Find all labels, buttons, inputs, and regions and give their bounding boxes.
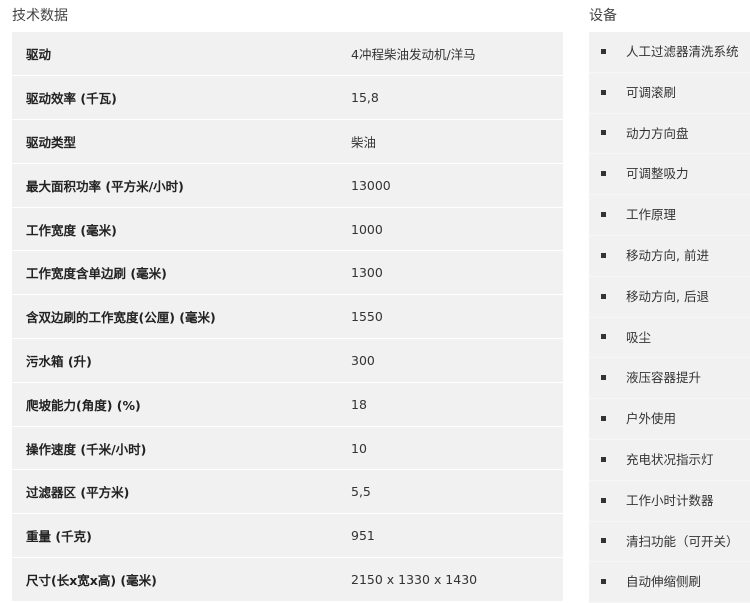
square-bullet-icon xyxy=(601,171,606,177)
square-bullet-icon xyxy=(601,538,606,544)
equipment-item-label: 充电状况指示灯 xyxy=(626,451,714,467)
table-row: 含双边刷的工作宽度(公厘) (毫米) 1550 xyxy=(12,294,563,340)
spec-value: 13000 xyxy=(351,163,563,208)
spec-label: 操作速度 (千米/小时) xyxy=(12,426,351,471)
equipment-item-label: 动力方向盘 xyxy=(626,125,689,141)
table-row: 工作宽度含单边刷 (毫米) 1300 xyxy=(12,250,563,296)
table-row: 爬坡能力(角度) (%) 18 xyxy=(12,382,563,427)
list-item: 人工过滤器清洗系统 xyxy=(589,32,750,73)
list-item: 可调滚刷 xyxy=(589,73,750,114)
square-bullet-icon xyxy=(601,48,606,54)
equipment-item-label: 移动方向, 后退 xyxy=(626,288,709,304)
table-row: 重量 (千克) 951 xyxy=(12,513,563,559)
spec-value: 1550 xyxy=(351,294,563,340)
list-item: 充电状况指示灯 xyxy=(589,440,750,481)
spec-value: 951 xyxy=(351,513,563,559)
square-bullet-icon xyxy=(601,456,606,462)
spec-label: 重量 (千克) xyxy=(12,513,351,559)
list-item: 工作原理 xyxy=(589,195,750,236)
equipment-item-label: 工作小时计数器 xyxy=(626,492,714,508)
list-item: 户外使用 xyxy=(589,399,750,440)
spec-value: 2150 x 1330 x 1430 xyxy=(351,557,563,602)
table-row: 最大面积功率 (平方米/小时) 13000 xyxy=(12,163,563,208)
list-item: 吸尘 xyxy=(589,318,750,359)
spec-label: 最大面积功率 (平方米/小时) xyxy=(12,163,351,208)
tech-data-section: 技术数据 驱动 4冲程柴油发动机/洋马 驱动效率 (千瓦) 15,8 驱动类型 柴油 最大面… xyxy=(12,0,563,602)
spec-value: 5,5 xyxy=(351,469,563,515)
list-item: 动力方向盘 xyxy=(589,114,750,155)
square-bullet-icon xyxy=(601,334,606,340)
table-row: 工作宽度 (毫米) 1000 xyxy=(12,207,563,252)
spec-value: 1000 xyxy=(351,207,563,252)
equipment-item-label: 清扫功能（可开关） xyxy=(626,533,739,549)
square-bullet-icon xyxy=(601,416,606,422)
table-row: 驱动 4冲程柴油发动机/洋马 xyxy=(12,32,563,77)
tech-data-title: 技术数据 xyxy=(12,8,68,24)
square-bullet-icon xyxy=(601,293,606,299)
table-row: 过滤器区 (平方米) 5,5 xyxy=(12,469,563,515)
equipment-item-label: 可调整吸力 xyxy=(626,166,689,182)
table-row: 驱动类型 柴油 xyxy=(12,119,563,164)
equipment-item-label: 人工过滤器清洗系统 xyxy=(626,44,739,59)
spec-label: 过滤器区 (平方米) xyxy=(12,469,351,515)
square-bullet-icon xyxy=(601,497,606,503)
square-bullet-icon xyxy=(601,89,606,95)
equipment-section: 设备 人工过滤器清洗系统 可调滚刷动力方向盘可调整吸力工作原理移动方向, 前进 移动… xyxy=(589,0,750,603)
square-bullet-icon xyxy=(601,579,606,585)
spec-label: 驱动效率 (千瓦) xyxy=(12,75,351,121)
spec-value: 18 xyxy=(351,382,563,427)
spec-label: 尺寸(长x宽x高) (毫米) xyxy=(12,557,351,602)
spec-value: 10 xyxy=(351,426,563,471)
list-item: 工作小时计数器 xyxy=(589,481,750,522)
spec-label: 含双边刷的工作宽度(公厘) (毫米) xyxy=(12,294,351,340)
equipment-title: 设备 xyxy=(589,8,617,24)
spec-value: 15,8 xyxy=(351,75,563,121)
list-item: 清扫功能（可开关） xyxy=(589,522,750,563)
list-item: 移动方向, 前进 xyxy=(589,236,750,277)
equipment-item-label: 可调滚刷 xyxy=(626,84,677,100)
table-row: 污水箱 (升) 300 xyxy=(12,338,563,383)
square-bullet-icon xyxy=(601,130,606,136)
equipment-item-label: 户外使用 xyxy=(626,411,677,427)
spec-value: 1300 xyxy=(351,250,563,296)
list-item: 可调整吸力 xyxy=(589,154,750,196)
equipment-item-label: 液压容器提升 xyxy=(626,370,702,386)
table-row: 尺寸(长x宽x高) (毫米) 2150 x 1330 x 1430 xyxy=(12,557,563,602)
list-item: 自动伸缩侧刷 xyxy=(589,562,750,603)
spec-value: 300 xyxy=(351,338,563,383)
equipment-list: 人工过滤器清洗系统 可调滚刷动力方向盘可调整吸力工作原理移动方向, 前进 移动方向,… xyxy=(589,32,750,603)
tech-data-table: 驱动 4冲程柴油发动机/洋马 驱动效率 (千瓦) 15,8 驱动类型 柴油 最大面积功率 (… xyxy=(12,32,563,602)
equipment-item-label: 工作原理 xyxy=(626,207,677,223)
square-bullet-icon xyxy=(601,212,606,218)
spec-label: 爬坡能力(角度) (%) xyxy=(12,382,351,427)
equipment-item-label: 移动方向, 前进 xyxy=(626,247,709,263)
spec-value: 柴油 xyxy=(351,119,563,164)
list-item: 液压容器提升 xyxy=(589,358,750,400)
square-bullet-icon xyxy=(601,375,606,381)
spec-label: 工作宽度含单边刷 (毫米) xyxy=(12,250,351,296)
table-row: 驱动效率 (千瓦) 15,8 xyxy=(12,75,563,121)
list-item: 移动方向, 后退 xyxy=(589,277,750,318)
spec-label: 驱动 xyxy=(12,32,351,77)
equipment-item-label: 吸尘 xyxy=(626,329,652,345)
spec-label: 工作宽度 (毫米) xyxy=(12,207,351,252)
spec-label: 驱动类型 xyxy=(12,119,351,164)
spec-value: 4冲程柴油发动机/洋马 xyxy=(351,32,563,77)
square-bullet-icon xyxy=(601,252,606,258)
spec-label: 污水箱 (升) xyxy=(12,338,351,383)
equipment-item-label: 自动伸缩侧刷 xyxy=(626,574,702,590)
table-row: 操作速度 (千米/小时) 10 xyxy=(12,426,563,471)
